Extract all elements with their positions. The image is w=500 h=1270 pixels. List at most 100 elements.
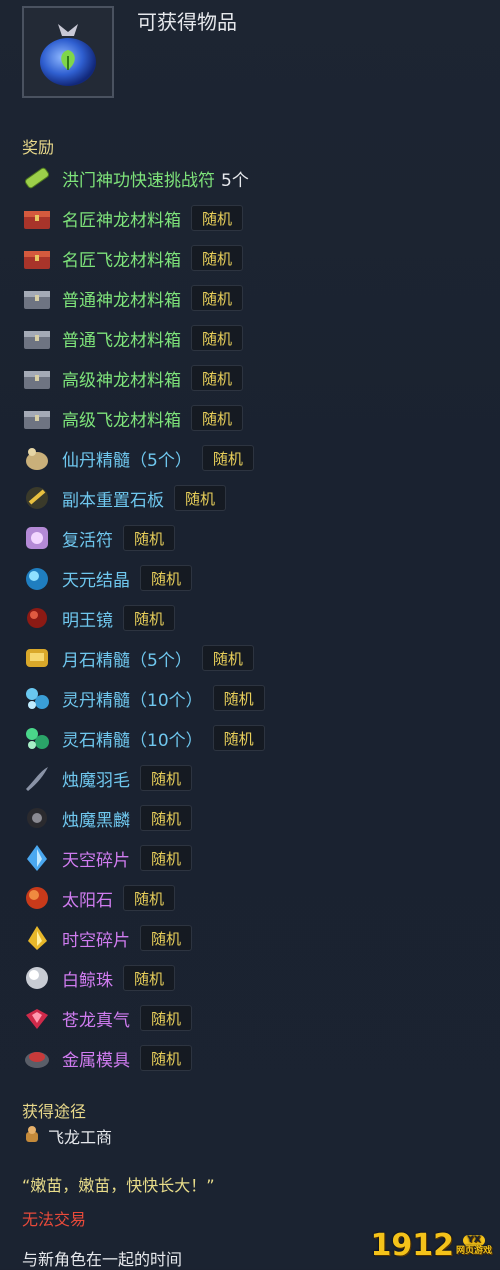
watermark-badge-top: YX	[463, 1234, 485, 1246]
seed-bag-icon	[22, 6, 114, 98]
random-tag: 随机	[212, 725, 265, 751]
random-tag: 随机	[191, 245, 244, 271]
rewards-heading: 奖励	[22, 138, 55, 157]
reward-item[interactable]: 灵石精髓（10个） 随机	[20, 718, 490, 758]
reward-item[interactable]: 天元结晶 随机	[20, 558, 490, 598]
reward-item[interactable]: 高级神龙材料箱 随机	[20, 358, 490, 398]
reward-item-name: 普通飞龙材料箱	[62, 330, 181, 351]
footer-text: 与新角色在一起的时间	[22, 1250, 183, 1269]
metal-mold-icon	[20, 1041, 54, 1075]
reward-item[interactable]: 时空碎片 随机	[20, 918, 490, 958]
black-scale-icon	[20, 801, 54, 835]
blue-crystal-icon	[20, 561, 54, 595]
spirit-pill-icon	[20, 681, 54, 715]
random-tag: 随机	[140, 845, 193, 871]
reward-item-name: 洪门神功快速挑战符	[62, 170, 215, 191]
random-tag: 随机	[123, 885, 176, 911]
reward-item-name: 普通神龙材料箱	[62, 290, 181, 311]
reward-item[interactable]: 复活符 随机	[20, 518, 490, 558]
revive-charm-icon	[20, 521, 54, 555]
reward-item-name: 天空碎片	[62, 850, 130, 871]
random-tag: 随机	[201, 445, 254, 471]
reward-item[interactable]: 苍龙真气 随机	[20, 998, 490, 1038]
gray-chest-icon	[20, 401, 54, 435]
reward-list: 洪门神功快速挑战符 5个 名匠神龙材料箱 随机 名匠飞龙材料箱 随机 普通神龙材料箱 随机 普通…	[20, 158, 490, 1078]
tooltip-title: 可获得物品	[137, 10, 237, 34]
random-tag: 随机	[140, 1045, 193, 1071]
stone-tablet-icon	[20, 481, 54, 515]
reward-item-name: 天元结晶	[62, 570, 130, 591]
reward-item-name: 白鲸珠	[62, 970, 113, 991]
random-tag: 随机	[123, 525, 176, 551]
reward-item[interactable]: 白鲸珠 随机	[20, 958, 490, 998]
random-tag: 随机	[140, 925, 193, 951]
feather-icon	[20, 761, 54, 795]
gray-chest-icon	[20, 361, 54, 395]
reward-item-name: 灵丹精髓（10个）	[62, 690, 203, 711]
reward-item-name: 太阳石	[62, 890, 113, 911]
reward-item[interactable]: 普通飞龙材料箱 随机	[20, 318, 490, 358]
red-chest-icon	[20, 201, 54, 235]
moonstone-icon	[20, 641, 54, 675]
gray-chest-icon	[20, 321, 54, 355]
reward-item-name: 复活符	[62, 530, 113, 551]
merchant-icon	[22, 1124, 42, 1148]
reward-item-name: 名匠神龙材料箱	[62, 210, 181, 231]
random-tag: 随机	[191, 405, 244, 431]
reward-item[interactable]: 明王镜 随机	[20, 598, 490, 638]
elixir-pouch-icon	[20, 441, 54, 475]
pearl-icon	[20, 961, 54, 995]
dragon-gem-icon	[20, 1001, 54, 1035]
random-tag: 随机	[201, 645, 254, 671]
reward-item[interactable]: 灵丹精髓（10个） 随机	[20, 678, 490, 718]
reward-item[interactable]: 太阳石 随机	[20, 878, 490, 918]
item-tooltip-panel: 可获得物品 奖励 洪门神功快速挑战符 5个 名匠神龙材料箱 随机 名匠飞龙材料箱 随机 普通…	[0, 0, 500, 1269]
red-orb-icon	[20, 601, 54, 635]
reward-item-name: 苍龙真气	[62, 1010, 130, 1031]
random-tag: 随机	[191, 205, 244, 231]
reward-item-name: 灵石精髓（10个）	[62, 730, 203, 751]
reward-item[interactable]: 名匠神龙材料箱 随机	[20, 198, 490, 238]
source-row: 飞龙工商	[22, 1124, 112, 1148]
flavor-text: “嫩苗，嫩苗，快快长大！”	[22, 1176, 215, 1195]
random-tag: 随机	[140, 1005, 193, 1031]
spirit-stone-icon	[20, 721, 54, 755]
trade-status: 无法交易	[22, 1210, 87, 1229]
reward-item[interactable]: 金属模具 随机	[20, 1038, 490, 1078]
sky-shard-icon	[20, 841, 54, 875]
reward-item-name: 名匠飞龙材料箱	[62, 250, 181, 271]
random-tag: 随机	[191, 285, 244, 311]
watermark-badge: YX 网页游戏	[456, 1234, 492, 1257]
reward-item-name: 月石精髓（5个）	[62, 650, 192, 671]
reward-item-name: 高级飞龙材料箱	[62, 410, 181, 431]
reward-item[interactable]: 烛魔羽毛 随机	[20, 758, 490, 798]
reward-item-name: 仙丹精髓（5个）	[62, 450, 192, 471]
random-tag: 随机	[140, 805, 193, 831]
random-tag: 随机	[140, 565, 193, 591]
random-tag: 随机	[140, 765, 193, 791]
red-chest-icon	[20, 241, 54, 275]
sun-stone-icon	[20, 881, 54, 915]
reward-item-name: 烛魔黑麟	[62, 810, 130, 831]
reward-item-name: 时空碎片	[62, 930, 130, 951]
gray-chest-icon	[20, 281, 54, 315]
reward-item[interactable]: 高级飞龙材料箱 随机	[20, 398, 490, 438]
source-name: 飞龙工商	[48, 1128, 113, 1147]
random-tag: 随机	[191, 325, 244, 351]
random-tag: 随机	[123, 605, 176, 631]
random-tag: 随机	[212, 685, 265, 711]
reward-item[interactable]: 副本重置石板 随机	[20, 478, 490, 518]
reward-item[interactable]: 烛魔黑麟 随机	[20, 798, 490, 838]
reward-item[interactable]: 天空碎片 随机	[20, 838, 490, 878]
reward-item[interactable]: 名匠飞龙材料箱 随机	[20, 238, 490, 278]
reward-item[interactable]: 普通神龙材料箱 随机	[20, 278, 490, 318]
reward-item-name: 明王镜	[62, 610, 113, 631]
reward-item-quantity: 5个	[221, 170, 249, 191]
reward-item[interactable]: 仙丹精髓（5个） 随机	[20, 438, 490, 478]
scroll-icon	[20, 161, 54, 195]
source-heading: 获得途径	[22, 1102, 87, 1121]
reward-item-name: 副本重置石板	[62, 490, 164, 511]
reward-item[interactable]: 洪门神功快速挑战符 5个	[20, 158, 490, 198]
reward-item-name: 烛魔羽毛	[62, 770, 130, 791]
reward-item[interactable]: 月石精髓（5个） 随机	[20, 638, 490, 678]
